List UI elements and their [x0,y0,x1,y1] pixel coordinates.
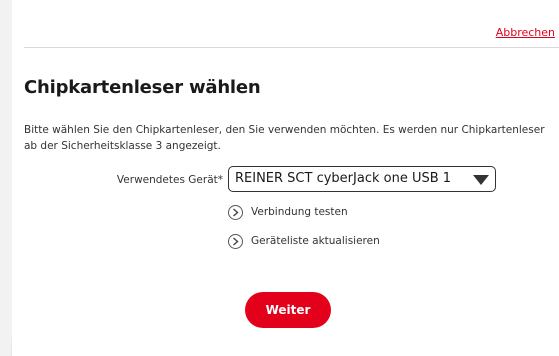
chevron-right-circle-icon [228,233,243,249]
caret-down-icon [473,175,489,185]
refresh-device-list-label: Geräteliste aktualisieren [251,235,380,247]
cancel-link[interactable]: Abbrechen [496,26,555,39]
device-select[interactable]: REINER SCT cyberJack one USB 1 [228,166,496,192]
dialog-panel: Abbrechen Chipkartenleser wählen Bitte w… [12,0,559,356]
header-divider [24,47,559,48]
device-field-label: Verwendetes Gerät* [116,174,223,186]
test-connection-label: Verbindung testen [251,206,348,218]
chevron-right-circle-icon [228,204,243,220]
continue-button[interactable]: Weiter [245,292,331,328]
refresh-device-list-link[interactable]: Geräteliste aktualisieren [228,232,380,250]
app-window: Abbrechen Chipkartenleser wählen Bitte w… [0,0,559,356]
test-connection-link[interactable]: Verbindung testen [228,203,348,221]
device-select-value: REINER SCT cyberJack one USB 1 [235,171,452,186]
page-description: Bitte wählen Sie den Chipkartenleser, de… [24,124,545,152]
page-title: Chipkartenleser wählen [24,77,261,98]
